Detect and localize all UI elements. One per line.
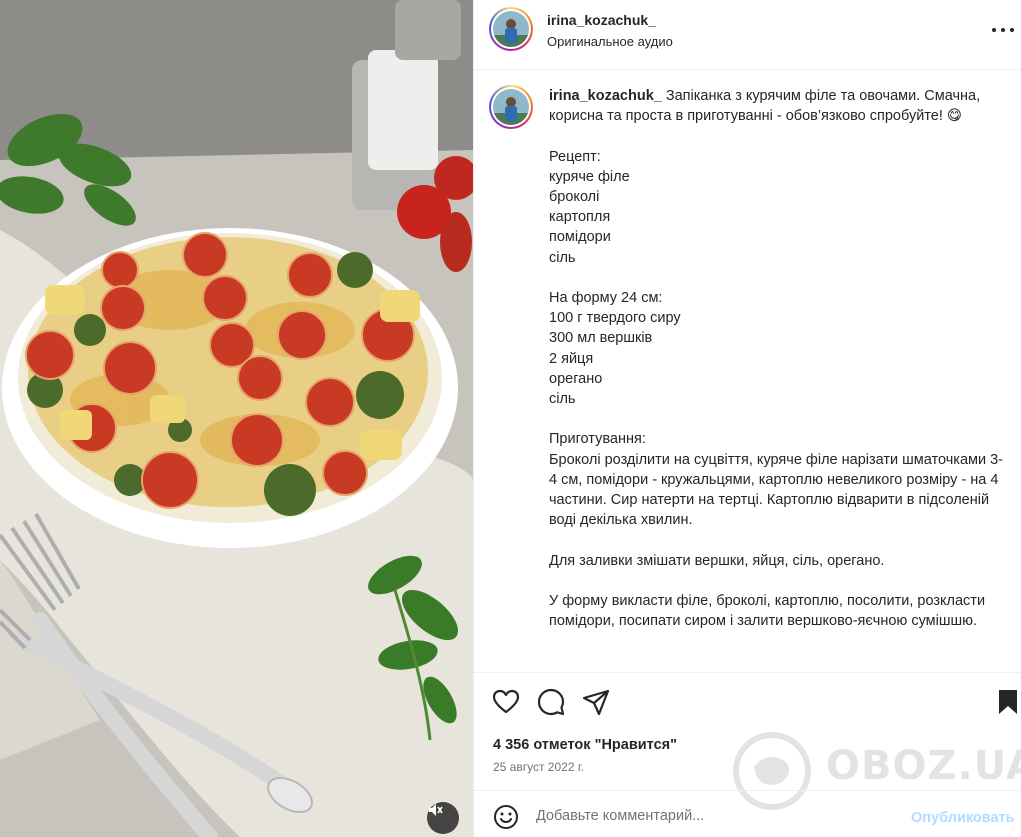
bookmark-icon[interactable] xyxy=(994,688,1021,716)
smiley-icon[interactable] xyxy=(493,804,519,830)
header-username[interactable]: irina_kozachuk_ xyxy=(547,12,656,28)
more-horizontal-icon xyxy=(992,28,996,32)
caption-avatar[interactable] xyxy=(489,85,533,129)
caption-text: irina_kozachuk_ Запіканка з курячим філе… xyxy=(549,86,1004,631)
caption-username[interactable]: irina_kozachuk_ xyxy=(549,88,662,104)
caption-body: Запіканка з курячим філе та овочами. Сма… xyxy=(549,88,1003,630)
action-bar: 4 356 отметок "Нравится" 25 август 2022 … xyxy=(474,672,1021,790)
heart-icon[interactable] xyxy=(492,688,520,716)
more-options-button[interactable] xyxy=(992,26,1014,34)
post-media[interactable] xyxy=(0,0,473,837)
likes-count[interactable]: 4 356 отметок "Нравится" xyxy=(493,737,677,753)
comment-input[interactable] xyxy=(536,805,896,827)
post-panel: irina_kozachuk_ Оригинальное аудио irina… xyxy=(473,0,1021,837)
comment-bubble-icon[interactable] xyxy=(537,688,565,716)
paper-plane-icon[interactable] xyxy=(582,688,610,716)
food-photo xyxy=(0,0,473,837)
avatar[interactable] xyxy=(489,7,533,51)
speaker-muted-icon xyxy=(429,804,443,816)
comment-bar: Опубликовать xyxy=(474,790,1021,837)
caption-area[interactable]: irina_kozachuk_ Запіканка з курячим філе… xyxy=(474,71,1021,672)
mute-button[interactable] xyxy=(427,802,459,834)
avatar-photo xyxy=(493,89,529,125)
post-date[interactable]: 25 август 2022 г. xyxy=(493,760,584,774)
publish-button[interactable]: Опубликовать xyxy=(911,810,1015,826)
post-header: irina_kozachuk_ Оригинальное аудио xyxy=(474,0,1021,70)
avatar-photo xyxy=(493,11,529,47)
audio-label[interactable]: Оригинальное аудио xyxy=(547,34,673,49)
